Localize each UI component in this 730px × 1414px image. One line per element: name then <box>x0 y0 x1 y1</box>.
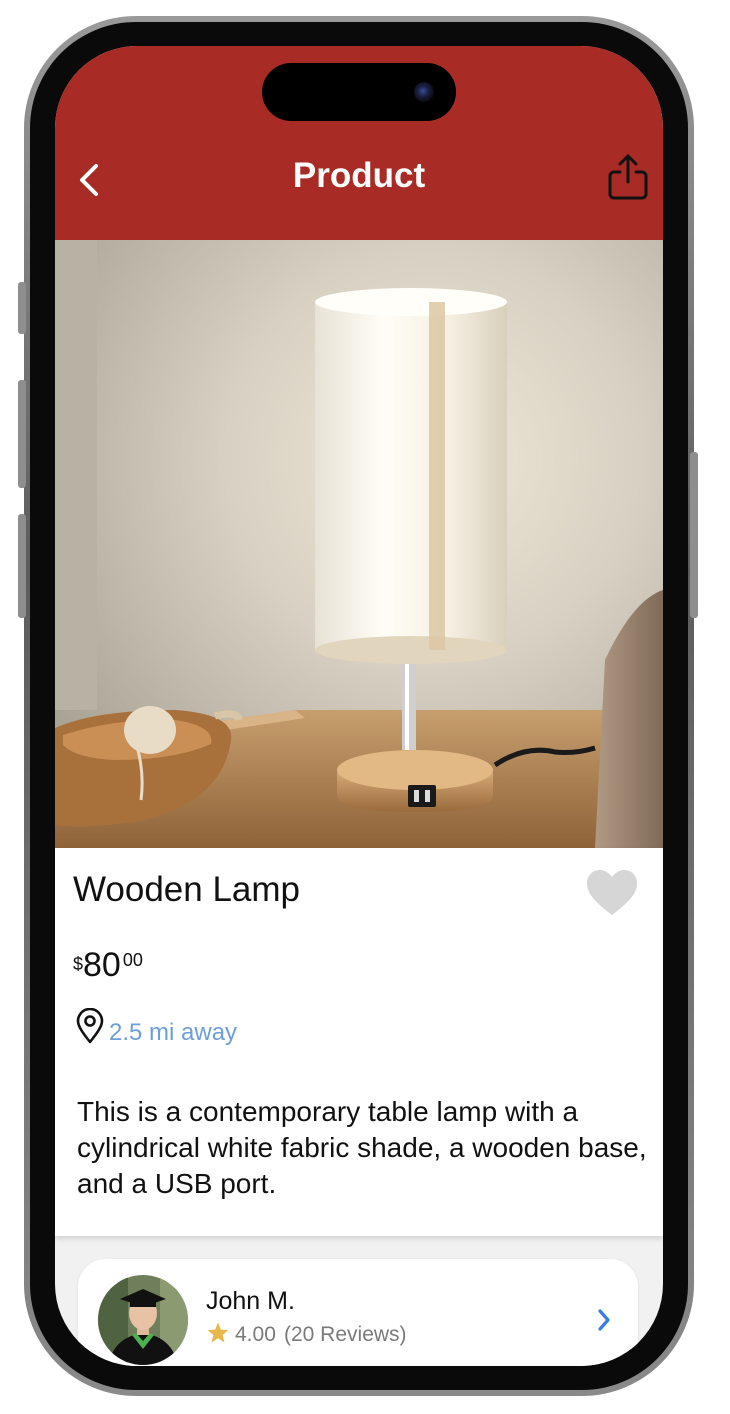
volume-down-button <box>18 514 26 618</box>
star-icon <box>206 1321 230 1345</box>
power-button <box>690 452 698 618</box>
product-photo <box>55 240 663 848</box>
action-button <box>18 282 26 334</box>
price-cents: 00 <box>122 950 143 970</box>
dynamic-island <box>262 63 456 121</box>
share-button[interactable] <box>606 152 650 202</box>
price-whole: 80 <box>83 946 121 984</box>
page-title: Product <box>292 156 426 195</box>
product-description: This is a contemporary table lamp with a… <box>77 1096 647 1199</box>
price-currency: $ <box>73 954 84 974</box>
volume-up-button <box>18 380 26 488</box>
lamp-image <box>55 240 663 848</box>
favorite-button[interactable] <box>585 868 639 918</box>
product-info-card: Wooden Lamp $80 00 2.5 mi away This is a … <box>55 848 663 1236</box>
chevron-right-icon <box>594 1305 614 1335</box>
seller-name: John M. <box>206 1287 295 1315</box>
seller-review-count: (20 Reviews) <box>284 1323 407 1346</box>
share-icon <box>608 154 648 200</box>
product-name: Wooden Lamp <box>73 870 301 909</box>
avatar <box>98 1275 188 1365</box>
seller-card[interactable]: John M. 4.00 (20 Reviews) <box>78 1259 638 1366</box>
screen: Product Wooden Lamp $80 00 2.5 mi away T… <box>55 46 663 1366</box>
distance-label: 2.5 mi away <box>109 1019 238 1046</box>
location-pin-icon <box>75 1007 105 1044</box>
product-price: $80 00 <box>73 946 143 985</box>
heart-icon <box>587 870 637 915</box>
front-camera <box>414 82 434 102</box>
seller-rating: 4.00 <box>235 1323 276 1346</box>
